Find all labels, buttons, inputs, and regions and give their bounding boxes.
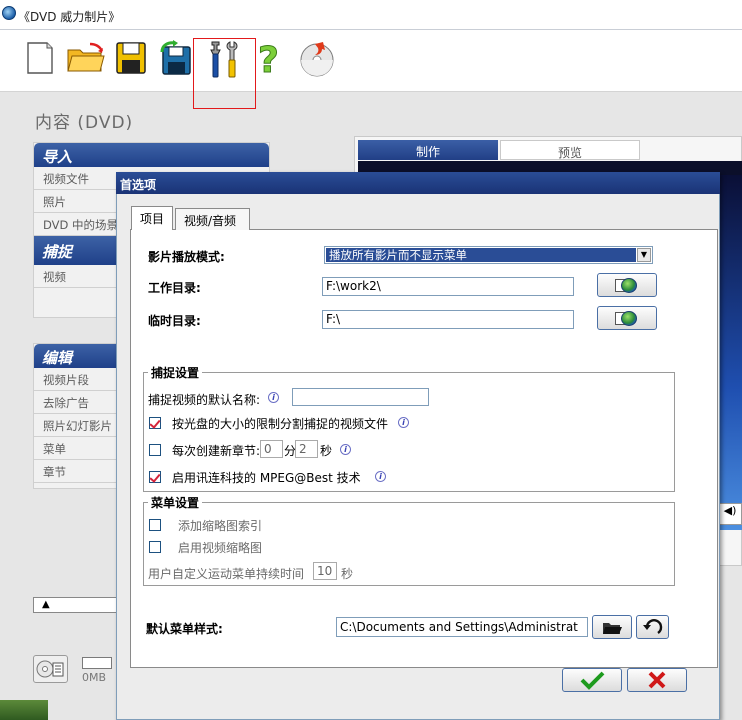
save-icon[interactable] <box>114 40 152 80</box>
mpeg-best-checkbox[interactable] <box>149 471 161 483</box>
chapter-every-label: 每次创建新章节: <box>172 444 261 458</box>
dialog-title: 首选项 <box>116 172 720 194</box>
work-dir-input[interactable]: F:\work2\ <box>322 277 574 296</box>
open-icon[interactable] <box>66 40 105 80</box>
info-icon[interactable]: i <box>340 444 351 455</box>
tab-video-audio[interactable]: 视频/音频 <box>175 208 250 230</box>
volume-icon[interactable]: ◀) <box>718 503 742 525</box>
info-icon[interactable]: i <box>375 471 386 482</box>
default-menu-style-label: 默认菜单样式: <box>146 622 223 636</box>
window-title: 《DVD 威力制片》 <box>18 10 121 24</box>
globe-icon <box>621 311 637 326</box>
app-icon[interactable] <box>2 6 16 20</box>
playback-mode-value: 播放所有影片而不显示菜单 <box>326 248 636 262</box>
mpeg-best-label: 启用讯连科技的 MPEG@Best 技术 <box>172 471 361 485</box>
help-icon[interactable]: ? <box>254 40 292 82</box>
chapter-every-checkbox[interactable] <box>149 444 161 456</box>
menu-duration-label: 用户自定义运动菜单持续时间 <box>148 567 305 581</box>
enable-thumb-checkbox[interactable] <box>149 541 161 553</box>
chevron-down-icon[interactable]: ▼ <box>637 248 651 262</box>
temp-dir-browse-button[interactable] <box>597 306 657 330</box>
disc-usage-bar <box>82 657 112 669</box>
globe-icon <box>621 278 637 293</box>
split-by-disc-label: 按光盘的大小的限制分割捕捉的视频文件 <box>172 417 389 431</box>
info-icon[interactable]: i <box>268 392 279 403</box>
ok-button[interactable] <box>562 668 622 692</box>
tab-make[interactable]: 制作 <box>358 140 498 160</box>
menu-settings-title: 菜单设置 <box>148 494 203 511</box>
cancel-button[interactable] <box>627 668 687 692</box>
menu-duration-input[interactable]: 10 <box>313 562 337 580</box>
work-dir-label: 工作目录: <box>148 281 201 295</box>
info-icon[interactable]: i <box>398 417 409 428</box>
split-by-disc-checkbox[interactable] <box>149 417 161 429</box>
chapter-minutes-input[interactable]: 0 <box>260 440 283 458</box>
add-thumb-index-label: 添加缩略图索引 <box>178 519 263 533</box>
main-toolbar: ? <box>0 30 742 92</box>
temp-dir-label: 临时目录: <box>148 314 201 328</box>
title-bar: 《DVD 威力制片》 <box>0 0 742 30</box>
seconds-unit-label: 秒 <box>320 444 333 458</box>
playback-mode-select[interactable]: 播放所有影片而不显示菜单 ▼ <box>324 246 653 264</box>
tab-project[interactable]: 项目 <box>131 206 173 230</box>
save-as-icon[interactable] <box>158 40 196 80</box>
menu-duration-unit: 秒 <box>341 567 354 581</box>
disc-info-icon[interactable] <box>33 655 68 683</box>
default-menu-style-input[interactable]: C:\Documents and Settings\Administrat <box>336 617 588 637</box>
capture-settings-title: 捕捉设置 <box>148 364 203 381</box>
new-icon[interactable] <box>25 40 63 80</box>
default-name-label: 捕捉视频的默认名称: <box>148 393 261 407</box>
browse-folder-button[interactable] <box>592 615 632 639</box>
content-title: 内容 (DVD) <box>35 113 134 133</box>
burn-icon[interactable] <box>297 40 335 80</box>
preview-image <box>720 175 742 530</box>
svg-text:?: ? <box>258 40 279 80</box>
work-dir-browse-button[interactable] <box>597 273 657 297</box>
tab-preview[interactable]: 预览 <box>500 140 640 160</box>
add-thumb-index-checkbox[interactable] <box>149 519 161 531</box>
tools-highlight-box <box>193 38 256 109</box>
default-name-input[interactable] <box>292 388 429 406</box>
enable-thumb-label: 启用视频缩略图 <box>178 541 263 555</box>
playback-mode-label: 影片播放模式: <box>148 250 225 264</box>
temp-dir-input[interactable]: F:\ <box>322 310 574 329</box>
import-header: 导入 <box>34 143 269 167</box>
chapter-seconds-input[interactable]: 2 <box>295 440 318 458</box>
desktop-thumbnail <box>0 700 48 720</box>
disc-usage-label: 0MB <box>82 671 107 684</box>
reset-style-button[interactable] <box>636 615 669 639</box>
